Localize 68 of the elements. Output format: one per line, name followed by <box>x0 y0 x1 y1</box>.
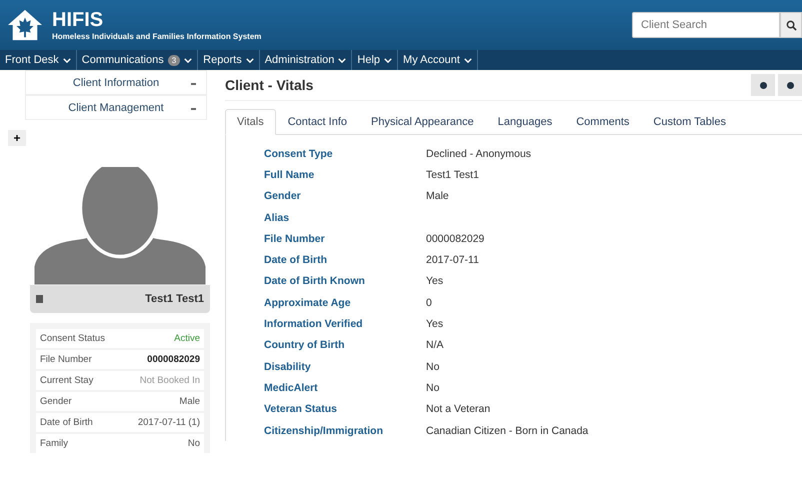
field-label: Alias <box>264 212 290 224</box>
field-value: Yes <box>426 318 444 330</box>
field-label: Veteran Status <box>264 403 338 416</box>
page-title: Client - Vitals <box>225 77 314 93</box>
nav-menu[interactable]: Administration <box>260 50 352 70</box>
field-value: Yes <box>426 275 444 288</box>
tab[interactable]: Languages <box>486 109 564 135</box>
field-value: Not a Veteran <box>426 403 490 416</box>
info-button[interactable] <box>778 74 802 96</box>
field-value: 0 <box>426 296 432 309</box>
tab[interactable]: Vitals <box>225 109 276 135</box>
field-value: 0000082029 <box>426 232 484 245</box>
tab[interactable]: Comments <box>564 109 642 135</box>
summary-value: 2017-07-11 (1) <box>138 417 200 428</box>
chevron-down-icon <box>246 58 254 62</box>
client-name: Test1 Test1 <box>145 293 204 305</box>
field-value: No <box>426 360 440 373</box>
add-button[interactable]: + <box>8 130 26 146</box>
field-value: No <box>426 382 440 394</box>
sidebar-menu[interactable]: Client Management <box>25 95 207 120</box>
field-value: Declined - Anonymous <box>426 148 532 160</box>
count-badge: 3 <box>168 54 180 66</box>
field-label: Full Name <box>264 168 316 181</box>
app-title: HIFIS <box>52 10 104 30</box>
field-label: Information Verified <box>264 318 364 330</box>
chevron-down-icon <box>184 58 192 62</box>
sidebar-menu[interactable]: Client Information <box>25 70 207 95</box>
field-label: Gender <box>264 190 302 202</box>
field-label: Consent Type <box>264 148 334 160</box>
field-label: File Number <box>264 232 326 245</box>
field-label: Country of Birth <box>264 339 346 352</box>
house-leaf-icon <box>6 8 44 42</box>
field-value: Test1 Test1 <box>426 168 479 181</box>
client-search-field[interactable]: Client Search <box>632 12 780 38</box>
search-icon <box>786 20 796 30</box>
summary-label: Consent Status <box>40 333 105 344</box>
field-label: Disability <box>264 360 312 373</box>
tab[interactable]: Physical Appearance <box>359 109 486 135</box>
field-value: Canadian Citizen - Born in Canada <box>426 424 588 436</box>
summary-label: Family <box>40 438 68 449</box>
summary-value: Male <box>179 396 200 407</box>
field-value: N/A <box>426 339 444 352</box>
summary-label: Current Stay <box>40 375 94 386</box>
field-label: MedicAlert <box>264 382 319 394</box>
summary-label: Date of Birth <box>40 417 93 428</box>
chevron-down-icon <box>384 58 392 62</box>
field-label: Date of Birth <box>264 254 328 266</box>
help-button[interactable] <box>751 74 775 96</box>
field-value: Male <box>426 190 449 202</box>
summary-value: Active <box>174 333 200 344</box>
app-subtitle: Homeless Individuals and Families Information System <box>52 32 262 40</box>
chevron-down-icon <box>464 58 472 62</box>
search-button[interactable] <box>780 12 802 38</box>
tab[interactable]: Contact Info <box>276 109 360 135</box>
field-label: Approximate Age <box>264 296 352 309</box>
summary-label: File Number <box>40 354 92 365</box>
chevron-down-icon <box>338 58 346 62</box>
field-label: Date of Birth Known <box>264 275 366 288</box>
field-value: 2017-07-11 <box>426 254 479 266</box>
chevron-down-icon <box>62 58 71 62</box>
summary-value: Not Booked In <box>140 375 200 386</box>
summary-label: Gender <box>40 396 72 407</box>
nav-menu[interactable]: My Account <box>398 50 478 70</box>
summary-value: No <box>188 438 200 449</box>
nav-menu[interactable]: Help <box>352 50 398 70</box>
field-label: Citizenship/Immigration <box>264 424 384 436</box>
summary-value: 0000082029 <box>147 354 200 365</box>
tab[interactable]: Custom Tables <box>641 109 738 135</box>
